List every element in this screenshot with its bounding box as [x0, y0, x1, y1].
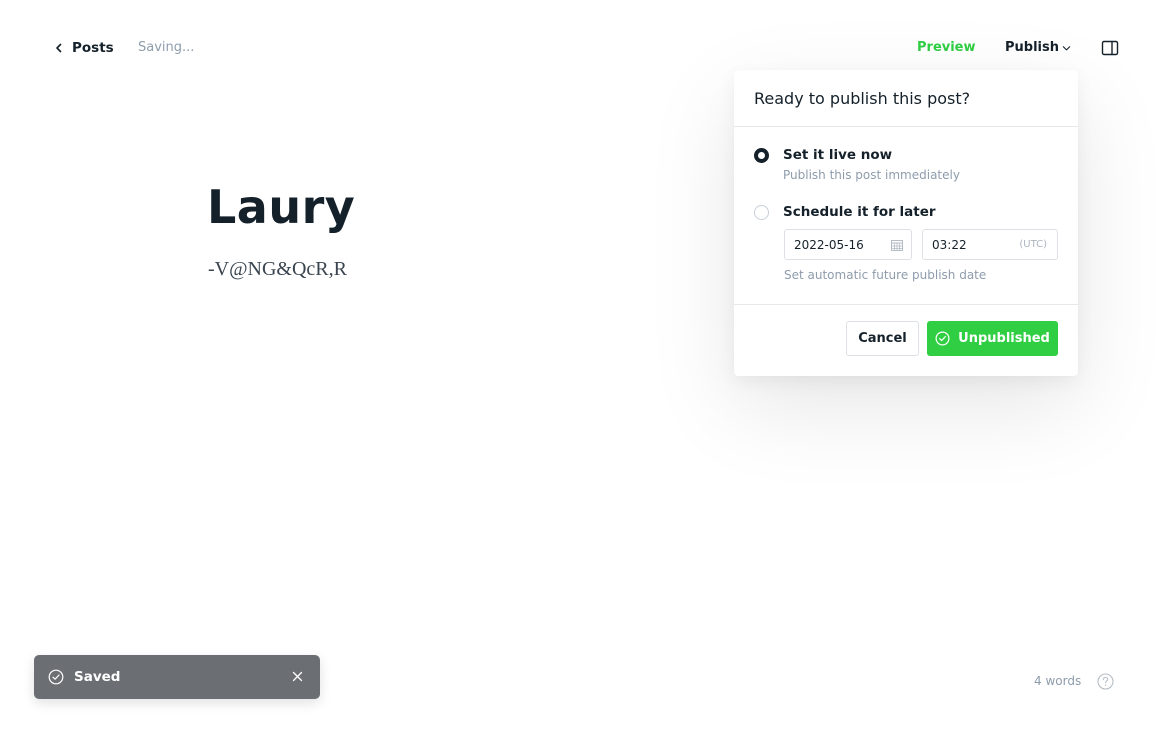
publish-popover: Ready to publish this post? Set it live … [734, 70, 1078, 376]
radio-schedule-later[interactable] [754, 205, 769, 220]
help-icon[interactable] [1097, 673, 1114, 690]
saved-toast: Saved [34, 655, 320, 699]
toast-message: Saved [74, 669, 121, 685]
check-circle-icon [48, 669, 64, 685]
editor-page: Posts Saving... Preview Publish Laury -V… [0, 0, 1156, 729]
time-value: 03:22 [932, 237, 967, 252]
option-label: Set it live now [783, 147, 893, 163]
publish-time-input[interactable]: 03:22 (UTC) [922, 229, 1058, 260]
date-value: 2022-05-16 [794, 237, 864, 252]
preview-button[interactable]: Preview [917, 40, 976, 55]
radio-publish-now[interactable] [754, 148, 769, 163]
publish-date-input[interactable]: 2022-05-16 [784, 229, 912, 260]
popover-title: Ready to publish this post? [734, 70, 1078, 127]
option-description: Publish this post immediately [783, 168, 960, 182]
chevron-left-icon [56, 43, 62, 53]
cancel-button[interactable]: Cancel [846, 321, 919, 356]
check-circle-icon [935, 331, 950, 346]
option-schedule-later[interactable]: Schedule it for later [754, 204, 936, 220]
back-to-posts-link[interactable]: Posts [54, 38, 114, 58]
unpublished-button[interactable]: Unpublished [927, 321, 1058, 356]
unpublished-label: Unpublished [958, 331, 1050, 346]
save-status: Saving... [138, 40, 195, 55]
option-publish-now[interactable]: Set it live now Publish this post immedi… [754, 147, 960, 182]
back-link-label: Posts [72, 40, 114, 56]
option-label: Schedule it for later [783, 204, 936, 220]
timezone-label: (UTC) [1019, 239, 1047, 250]
sidebar-toggle-icon[interactable] [1101, 39, 1119, 57]
publish-menu-button[interactable]: Publish [1005, 40, 1071, 55]
schedule-hint: Set automatic future publish date [784, 268, 987, 282]
close-icon[interactable] [292, 671, 303, 682]
post-title[interactable]: Laury [207, 180, 355, 234]
publish-label: Publish [1005, 40, 1059, 55]
popover-divider [734, 304, 1078, 305]
word-count: 4 words [1034, 674, 1082, 688]
post-body[interactable]: -V@NG&QcR,R [208, 258, 347, 281]
chevron-down-icon [1062, 46, 1071, 51]
calendar-icon [891, 240, 903, 251]
